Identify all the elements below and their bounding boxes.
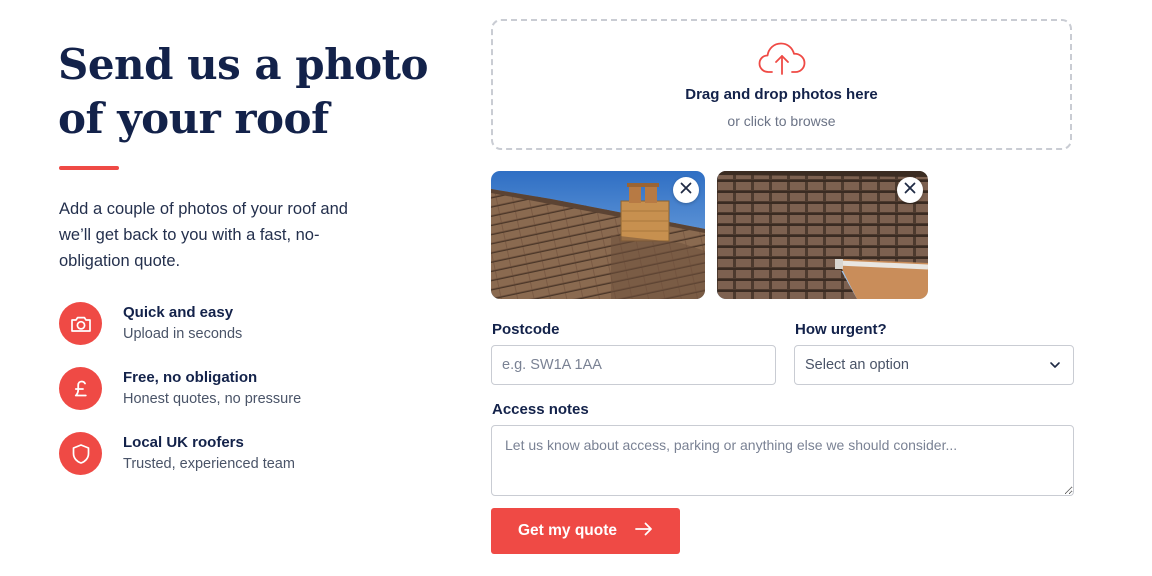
feature-title: Local UK roofers (123, 434, 244, 451)
shield-icon (59, 432, 102, 475)
feature-quick-easy: Quick and easy Upload in seconds (59, 302, 379, 348)
close-icon (680, 181, 692, 199)
notes-label: Access notes (492, 401, 589, 418)
access-notes-textarea[interactable] (491, 425, 1074, 496)
feature-subtitle: Honest quotes, no pressure (123, 391, 302, 407)
feature-title: Quick and easy (123, 304, 234, 321)
urgency-selected-value: Select an option (805, 357, 909, 373)
feature-title: Free, no obligation (123, 369, 258, 386)
intro-text: Add a couple of photos of your roof and … (59, 200, 348, 270)
urgency-label: How urgent? (795, 321, 887, 338)
feature-local: Local UK roofers Trusted, experienced te… (59, 432, 379, 478)
feature-subtitle: Trusted, experienced team (123, 456, 295, 472)
remove-photo-button[interactable] (897, 177, 923, 203)
dropzone-title: Drag and drop photos here (685, 86, 878, 103)
cloud-upload-icon (757, 41, 807, 82)
roof-photo-chimney (491, 171, 705, 299)
feature-subtitle: Upload in seconds (123, 326, 243, 342)
get-quote-label: Get my quote (517, 522, 618, 539)
chevron-down-icon (1049, 359, 1061, 375)
photo-dropzone[interactable]: Drag and drop photos here or click to br… (491, 19, 1072, 150)
browse-link[interactable]: or click to browse (493, 113, 1070, 129)
title-underline (59, 166, 119, 170)
postcode-label: Postcode (492, 321, 560, 338)
remove-photo-button[interactable] (673, 177, 699, 203)
camera-icon (59, 302, 102, 345)
roof-photo-tiles (717, 171, 928, 299)
page-title: Send us a photo of your roof (58, 40, 429, 143)
postcode-input[interactable] (491, 345, 776, 385)
feature-free: Free, no obligation Honest quotes, no pr… (59, 367, 379, 413)
pound-icon (59, 367, 102, 410)
arrow-right-icon (635, 522, 653, 541)
close-icon (904, 181, 916, 199)
get-quote-button[interactable]: Get my quote (491, 508, 680, 554)
urgency-select[interactable]: Select an option (794, 345, 1074, 385)
